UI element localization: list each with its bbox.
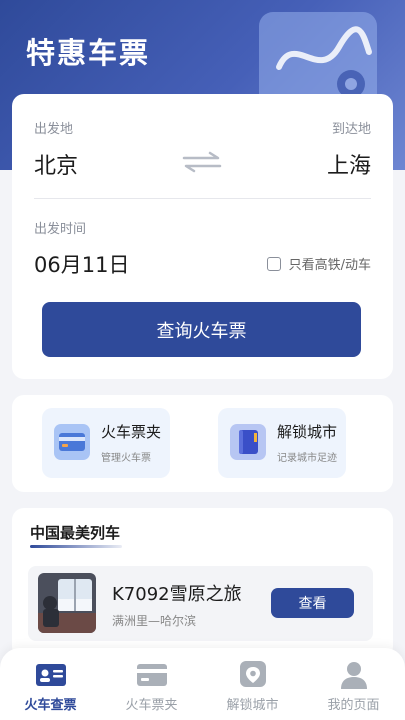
unlock-city-subtitle: 记录城市足迹 [277,453,337,464]
train-route: 满洲里—哈尔滨 [112,614,197,628]
high-speed-only-toggle[interactable]: 只看高铁/动车 [266,254,371,273]
bottom-tab-bar: 火车查票 火车票夹 解锁城市 我的页面 [0,648,405,720]
swap-arrows-icon [182,151,222,173]
quick-actions-card: 火车票夹 管理火车票 解锁城市 记录城市足迹 [12,395,393,492]
from-label: 出发地 [34,122,74,137]
date-label: 出发时间 [34,222,87,237]
ticket-wallet-subtitle: 管理火车票 [101,453,151,464]
page-title: 特惠车票 [26,36,151,70]
section-underline [30,545,122,548]
tab-label: 火车票夹 [125,698,178,713]
tab-train-query[interactable]: 火车查票 [0,648,101,720]
ticket-wallet-tile[interactable]: 火车票夹 管理火车票 [42,408,170,478]
tab-label: 我的页面 [327,698,380,713]
high-speed-only-label: 只看高铁/动车 [288,258,371,273]
to-label: 到达地 [331,122,371,137]
featured-trains-card: 中国最美列车 K7092雪原之旅 满洲里—哈尔滨 查看 [12,508,393,658]
view-button[interactable]: 查看 [271,588,354,618]
section-title: 中国最美列车 [30,524,121,542]
location-pin-icon [236,660,270,690]
id-card-icon [34,660,68,690]
tab-label: 解锁城市 [226,698,279,713]
train-name: K7092雪原之旅 [112,584,242,605]
list-item[interactable]: K7092雪原之旅 满洲里—哈尔滨 查看 [28,566,373,641]
tab-unlock-city[interactable]: 解锁城市 [202,648,303,720]
query-tickets-button[interactable]: 查询火车票 [42,302,361,357]
from-city[interactable]: 北京 [34,148,78,180]
train-window-snow-photo [38,573,96,633]
tab-ticket-wallet[interactable]: 火车票夹 [101,648,202,720]
tab-label: 火车查票 [24,698,77,713]
unlock-city-title: 解锁城市 [277,423,338,441]
user-icon [337,660,371,690]
divider [34,198,371,199]
card-icon [135,660,169,690]
tab-my-page[interactable]: 我的页面 [303,648,404,720]
ticket-wallet-icon [54,424,90,460]
to-city[interactable]: 上海 [327,148,371,180]
ticket-wallet-title: 火车票夹 [101,423,162,441]
ticket-search-card: 出发地 到达地 北京 上海 出发时间 06月11日 只看高铁/动车 查询火车票 [12,94,393,379]
city-book-icon [230,424,266,460]
swap-cities-button[interactable] [180,150,224,174]
unlock-city-tile[interactable]: 解锁城市 记录城市足迹 [218,408,346,478]
departure-date[interactable]: 06月11日 [34,249,129,279]
high-speed-checkbox[interactable] [266,256,281,271]
